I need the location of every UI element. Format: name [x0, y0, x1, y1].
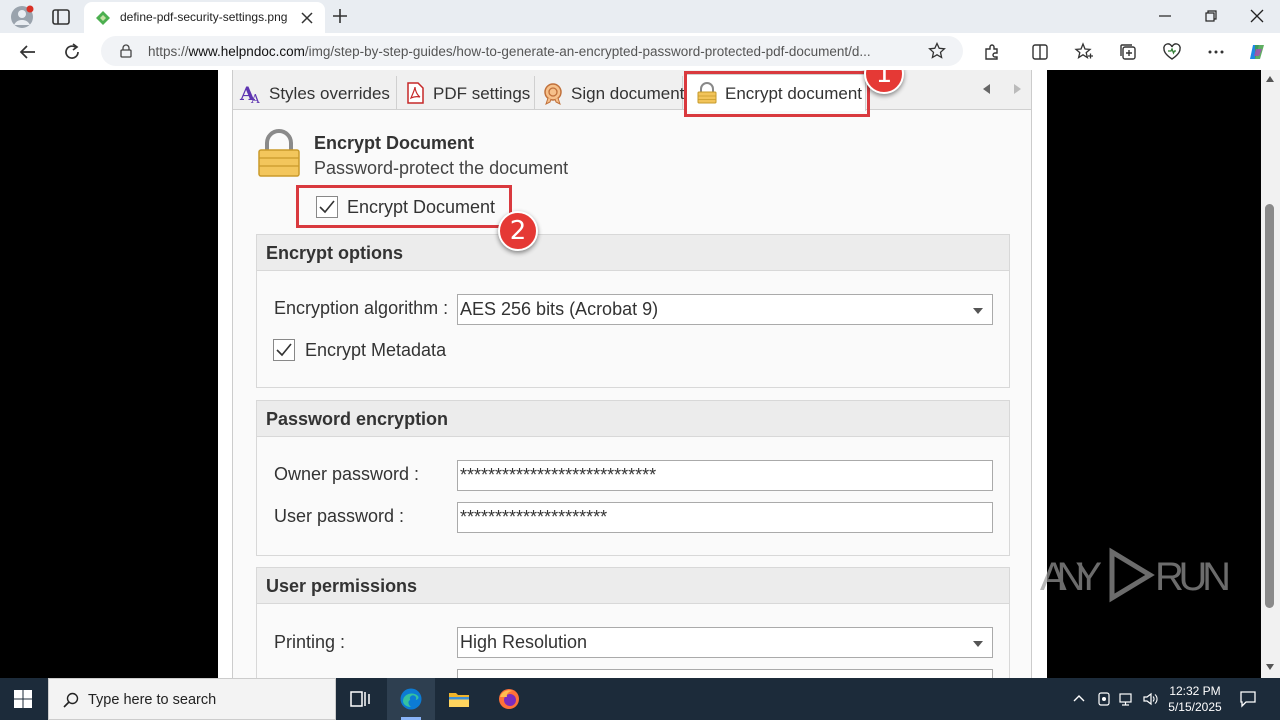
encrypt-metadata-label: Encrypt Metadata [305, 340, 447, 360]
tab-title: define-pdf-security-settings.png [120, 10, 288, 24]
encrypt-options-group: Encrypt options Encryption algorithm : A… [256, 234, 1010, 388]
restore-icon[interactable] [1203, 8, 1219, 24]
highlight-encrypt-tab [684, 71, 870, 117]
collections-icon[interactable] [1118, 42, 1138, 62]
firefox-icon[interactable] [497, 687, 521, 711]
task-view-icon[interactable] [348, 687, 372, 711]
styles-icon: AA [239, 83, 260, 105]
search-icon [63, 692, 79, 708]
file-explorer-icon[interactable] [447, 687, 471, 711]
windows-start-icon[interactable] [14, 690, 32, 708]
svg-text:RUN: RUN [1155, 555, 1231, 599]
close-window-icon[interactable] [1249, 8, 1265, 24]
pdf-export-dialog-image: AA Styles overrides PDF settings Sign do… [232, 70, 1032, 678]
profile-icon[interactable] [10, 5, 34, 29]
volume-icon[interactable] [1142, 691, 1158, 707]
group-header: Password encryption [257, 401, 1009, 437]
owner-password-field[interactable]: **************************** [457, 460, 993, 491]
tab-pdf-settings[interactable]: PDF settings [397, 76, 535, 110]
copilot-icon[interactable] [1247, 42, 1267, 62]
back-icon[interactable] [18, 42, 38, 62]
extensions-icon[interactable] [982, 42, 1002, 62]
anyrun-watermark-logo: ANY RUN [1040, 547, 1231, 603]
split-screen-icon[interactable] [1030, 42, 1050, 62]
scrollbar-thumb[interactable] [1265, 204, 1274, 608]
search-placeholder: Type here to search [88, 692, 217, 708]
user-permissions-group: User permissions Printing : High Resolut… [256, 567, 1010, 678]
tab-scroll-left-icon[interactable] [983, 84, 990, 94]
refresh-icon[interactable] [62, 42, 82, 62]
page-scrollbar[interactable] [1261, 70, 1280, 678]
printing-label: Printing : [274, 632, 346, 652]
svg-text:A: A [250, 92, 260, 105]
clock-time: 12:32 PM [1169, 684, 1221, 698]
taskbar-clock[interactable]: 12:32 PM 5/15/2025 [1162, 683, 1228, 715]
encrypt-metadata-checkbox[interactable] [273, 339, 295, 361]
group-header: Encrypt options [257, 235, 1009, 271]
tab-scroll-right-icon[interactable] [1014, 84, 1021, 94]
section-title: Encrypt Document [314, 133, 475, 153]
browser-essentials-icon[interactable] [1162, 42, 1182, 62]
user-password-field[interactable]: ********************* [457, 502, 993, 533]
address-toolbar: https://www.helpndoc.com/img/step-by-ste… [0, 33, 1280, 70]
clock-date: 5/15/2025 [1168, 700, 1222, 714]
tab-sign-document[interactable]: Sign document [535, 76, 684, 110]
group-header: User permissions [257, 568, 1009, 604]
url-bar[interactable]: https://www.helpndoc.com/img/step-by-ste… [101, 36, 963, 66]
taskbar-edge-active[interactable] [387, 678, 435, 720]
browser-tabstrip: define-pdf-security-settings.png [0, 0, 1280, 33]
algorithm-label: Encryption algorithm : [274, 298, 449, 318]
image-viewer-backdrop-left [5, 70, 218, 678]
encrypt-padlock-icon [258, 129, 300, 177]
taskbar-search-box[interactable]: Type here to search [48, 678, 336, 720]
seal-icon [544, 83, 562, 105]
highlight-encrypt-checkbox [296, 185, 512, 228]
chevron-down-icon [973, 641, 983, 647]
site-lock-icon[interactable] [119, 44, 133, 58]
section-subtitle: Password-protect the document [314, 158, 569, 178]
checkmark-icon [276, 343, 292, 357]
printing-select[interactable]: High Resolution [457, 627, 993, 658]
more-menu-icon[interactable] [1206, 42, 1226, 62]
show-hidden-icons-chevron-icon[interactable] [1071, 691, 1087, 707]
browser-tab-active[interactable]: define-pdf-security-settings.png [84, 2, 325, 33]
helpndoc-favicon-icon [96, 11, 110, 25]
notification-icon[interactable] [1239, 690, 1257, 708]
edge-browser-icon [400, 688, 422, 710]
meet-now-icon[interactable] [1096, 691, 1112, 707]
scroll-down-icon[interactable] [1266, 664, 1274, 670]
step-badge-2: 2 [498, 211, 538, 251]
dialog-tab-bar: AA Styles overrides PDF settings Sign do… [233, 70, 1031, 111]
favorite-star-icon[interactable] [928, 42, 946, 60]
scroll-up-icon[interactable] [1266, 76, 1274, 82]
chevron-down-icon [973, 308, 983, 314]
tab-actions-icon[interactable] [50, 6, 72, 28]
password-encryption-group: Password encryption Owner password : ***… [256, 400, 1010, 556]
url-text: https://www.helpndoc.com/img/step-by-ste… [148, 44, 871, 59]
user-password-label: User password : [274, 506, 405, 526]
close-tab-icon[interactable] [299, 10, 315, 26]
pdf-icon [407, 82, 424, 104]
tab-styles-overrides[interactable]: AA Styles overrides [233, 76, 397, 110]
svg-text:ANY: ANY [1040, 555, 1102, 599]
next-permission-select[interactable] [457, 669, 993, 678]
favorites-icon[interactable] [1074, 42, 1094, 62]
windows-taskbar: Type here to search 12:32 PM 5/15/2025 [0, 678, 1280, 720]
owner-password-label: Owner password : [274, 464, 420, 484]
new-tab-icon[interactable] [331, 7, 349, 25]
minimize-icon[interactable] [1157, 8, 1173, 24]
network-icon[interactable] [1119, 691, 1135, 707]
algorithm-select[interactable]: AES 256 bits (Acrobat 9) [457, 294, 993, 325]
